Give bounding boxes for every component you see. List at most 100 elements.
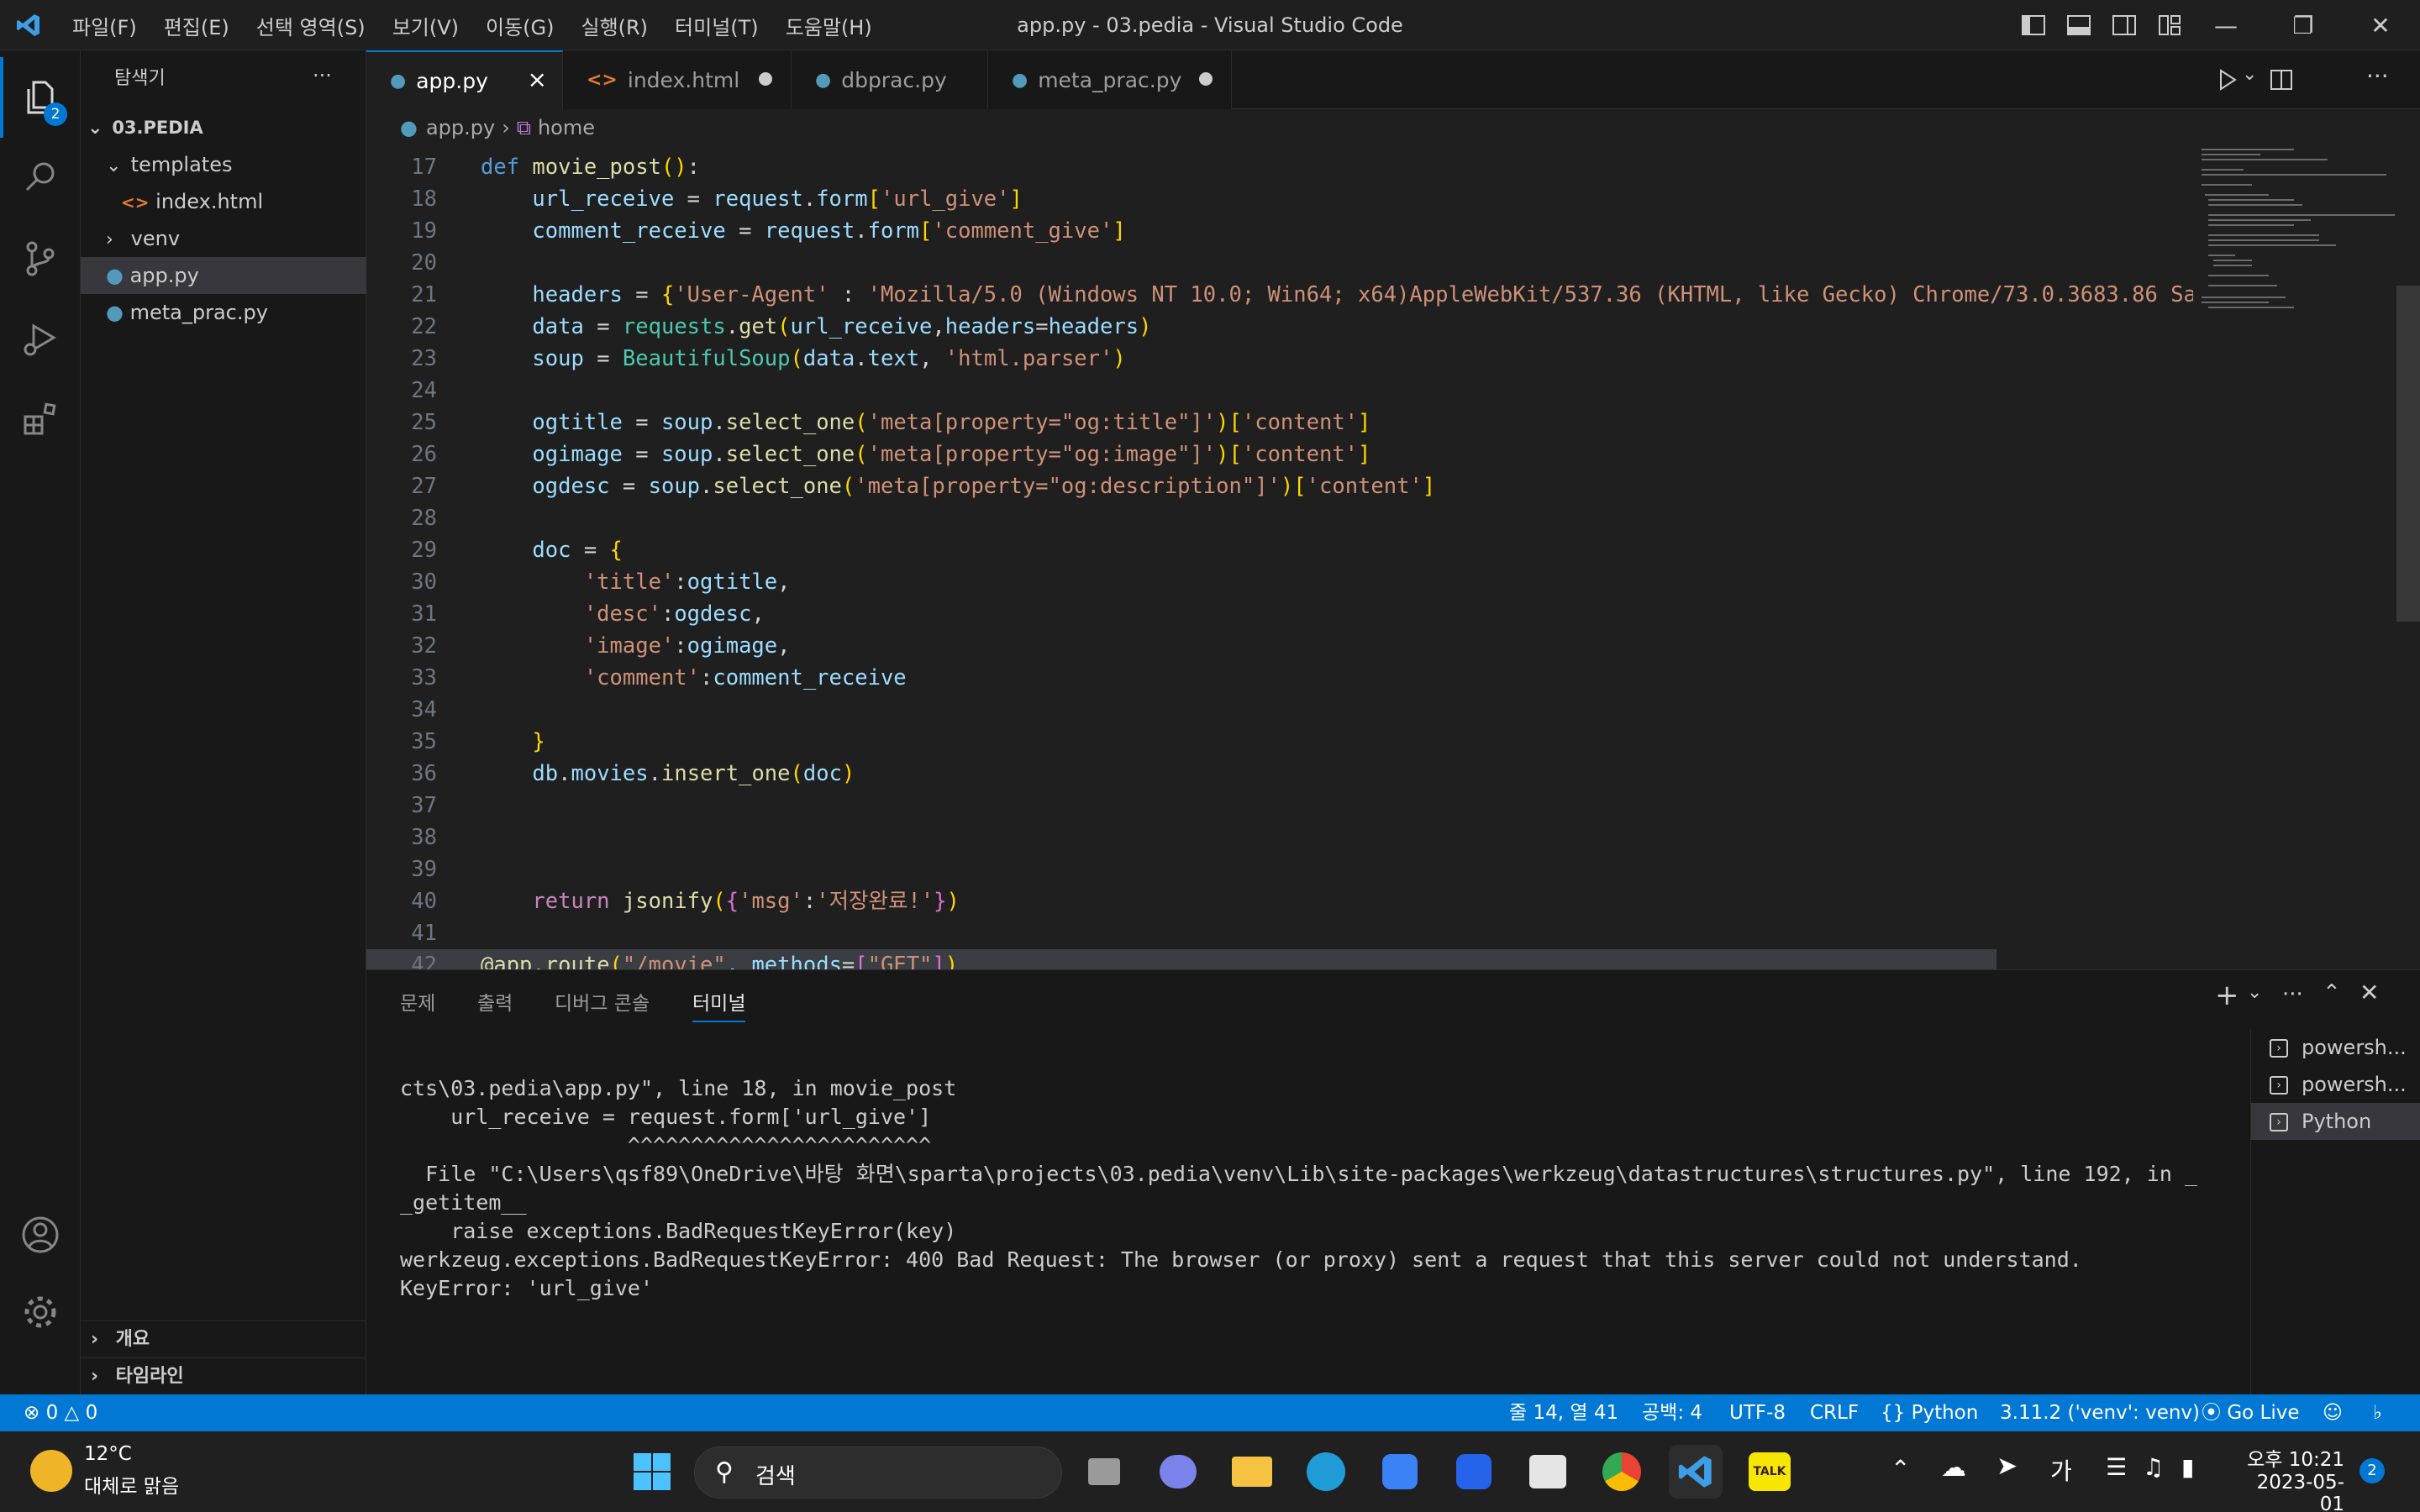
problems-status[interactable]: ⊗ 0 △ 0 xyxy=(24,1394,97,1431)
vscode-taskbar-icon[interactable] xyxy=(1669,1445,1723,1499)
tab-meta-prac-py[interactable]: ● meta_prac.py xyxy=(988,50,1232,109)
menu-edit[interactable]: 편집(E) xyxy=(150,11,243,40)
teams-chat-icon[interactable] xyxy=(1151,1445,1205,1499)
menu-help[interactable]: 도움말(H) xyxy=(772,11,886,40)
weather-icon[interactable] xyxy=(30,1450,72,1492)
run-file-icon[interactable] xyxy=(2215,67,2240,92)
wifi-icon[interactable]: ☰ xyxy=(2106,1453,2127,1481)
edge-browser-icon[interactable] xyxy=(1299,1445,1353,1499)
minimap[interactable] xyxy=(2193,146,2403,969)
tab-output[interactable]: 출력 xyxy=(477,987,513,1016)
restore-button[interactable]: ❐ xyxy=(2265,0,2341,50)
ime-indicator[interactable]: 가 xyxy=(2050,1453,2072,1487)
clock-time[interactable]: 오후 10:21 xyxy=(2240,1443,2344,1472)
breadcrumb-symbol[interactable]: home xyxy=(538,116,595,139)
volume-icon[interactable]: ♫ xyxy=(2143,1453,2164,1481)
onedrive-cloud-icon[interactable]: ☁ xyxy=(1941,1453,1966,1483)
accounts-activity[interactable] xyxy=(0,1194,81,1275)
taskbar-search[interactable]: ⚲ 검색 xyxy=(694,1446,1062,1499)
unsaved-dot-icon xyxy=(1199,72,1213,86)
remote-app-icon[interactable] xyxy=(1447,1445,1501,1499)
tab-index-html[interactable]: <> index.html xyxy=(563,50,792,109)
chrome-icon[interactable] xyxy=(1595,1445,1649,1499)
language-status[interactable]: {} Python xyxy=(1881,1394,1978,1431)
explorer-more-button[interactable]: ··· xyxy=(313,64,332,87)
search-activity[interactable] xyxy=(0,138,81,218)
tree-item-templates[interactable]: ⌄ templates xyxy=(81,146,366,183)
close-icon[interactable]: × xyxy=(528,66,547,93)
code-editor[interactable]: 17 def movie_post(): 18 url_receive = req… xyxy=(366,146,2420,969)
tree-item-app-py[interactable]: ● app.py xyxy=(81,257,366,294)
tab-app-py[interactable]: ● app.py × xyxy=(366,50,563,109)
tab-problems[interactable]: 문제 xyxy=(400,987,435,1016)
store-app-icon[interactable] xyxy=(1373,1445,1427,1499)
eol-status[interactable]: CRLF xyxy=(1810,1394,1859,1431)
chevron-down-icon[interactable]: ⌄ xyxy=(2242,64,2257,85)
cursor-position[interactable]: 줄 14, 열 41 xyxy=(1509,1394,1618,1431)
tree-item-meta-prac-py[interactable]: ● meta_prac.py xyxy=(81,294,366,331)
microsoft-store-icon[interactable] xyxy=(1521,1445,1575,1499)
send-icon[interactable]: ➤ xyxy=(1996,1452,2018,1481)
toggle-panel-icon[interactable] xyxy=(2065,12,2092,39)
chevron-down-icon: ⌄ xyxy=(87,118,103,139)
breadcrumb-file[interactable]: app.py xyxy=(426,116,495,139)
toggle-secondary-sidebar-icon[interactable] xyxy=(2111,12,2138,39)
weather-temp[interactable]: 12°C xyxy=(84,1443,132,1465)
warning-count: 0 xyxy=(85,1402,98,1424)
project-folder[interactable]: ⌄ 03.PEDIA xyxy=(81,109,366,146)
more-actions-icon[interactable]: ··· xyxy=(2282,982,2303,1007)
chevron-down-icon[interactable]: ⌄ xyxy=(2247,982,2262,1003)
kakaotalk-icon[interactable]: TALK xyxy=(1743,1445,1797,1499)
task-view-icon[interactable] xyxy=(1077,1445,1131,1499)
menu-bar: 파일(F) 편집(E) 선택 영역(S) 보기(V) 이동(G) 실행(R) 터… xyxy=(59,0,886,50)
encoding-status[interactable]: UTF-8 xyxy=(1729,1394,1786,1431)
maximize-panel-icon[interactable]: ⌃ xyxy=(2323,980,2341,1005)
menu-selection[interactable]: 선택 영역(S) xyxy=(243,11,379,40)
battery-icon[interactable]: ▮ xyxy=(2181,1453,2194,1481)
minimize-button[interactable]: — xyxy=(2188,0,2264,50)
tab-debug-console[interactable]: 디버그 콘솔 xyxy=(555,987,650,1016)
notification-count-badge[interactable]: 2 xyxy=(2360,1458,2385,1483)
bottom-panel: 문제 출력 디버그 콘솔 터미널 + ⌄ ··· ⌃ ✕ cts\03.pedi… xyxy=(366,969,2420,1395)
timeline-section[interactable]: › 타임라인 xyxy=(81,1357,366,1394)
clock-date[interactable]: 2023-05-01 xyxy=(2240,1472,2344,1512)
feedback-icon[interactable]: ☺ xyxy=(2323,1394,2343,1431)
tab-terminal[interactable]: 터미널 xyxy=(692,987,746,1022)
terminal-output[interactable]: cts\03.pedia\app.py", line 18, in movie_… xyxy=(400,1046,2420,1360)
menu-file[interactable]: 파일(F) xyxy=(59,11,150,40)
language-label: Python xyxy=(1911,1402,1979,1424)
manage-activity[interactable] xyxy=(0,1272,81,1352)
extensions-activity[interactable] xyxy=(0,380,81,460)
terminal-item-python[interactable]: › Python xyxy=(2251,1103,2420,1140)
indentation-status[interactable]: 공백: 4 xyxy=(1642,1394,1702,1431)
editor-scrollbar[interactable] xyxy=(2396,286,2420,622)
interpreter-status[interactable]: 3.11.2 ('venv': venv) xyxy=(2000,1394,2200,1431)
customize-layout-icon[interactable] xyxy=(2156,12,2183,39)
terminal-item-powershell-1[interactable]: › powersh... xyxy=(2251,1029,2420,1066)
new-terminal-icon[interactable]: + xyxy=(2215,979,2239,1012)
notification-bell-icon[interactable]: ♭ xyxy=(2373,1394,2382,1431)
close-panel-icon[interactable]: ✕ xyxy=(2360,979,2379,1006)
run-debug-activity[interactable] xyxy=(0,299,81,380)
file-explorer-icon[interactable] xyxy=(1225,1445,1279,1499)
chevron-up-icon[interactable]: ⌃ xyxy=(1891,1455,1910,1483)
split-editor-icon[interactable] xyxy=(2269,67,2294,92)
more-actions-icon[interactable]: ··· xyxy=(2366,62,2389,90)
terminal-item-powershell-2[interactable]: › powersh... xyxy=(2251,1066,2420,1103)
weather-desc[interactable]: 대체로 맑음 xyxy=(84,1470,179,1499)
close-window-button[interactable]: ✕ xyxy=(2343,0,2418,50)
tree-item-index-html[interactable]: <> index.html xyxy=(81,183,366,220)
go-live-status[interactable]: ⦿ Go Live xyxy=(2202,1394,2299,1431)
explorer-activity[interactable]: 2 xyxy=(0,57,81,138)
tab-dbprac-py[interactable]: ● dbprac.py xyxy=(792,50,988,109)
start-button[interactable] xyxy=(625,1445,679,1499)
menu-view[interactable]: 보기(V) xyxy=(379,11,472,40)
menu-go[interactable]: 이동(G) xyxy=(472,11,567,40)
tree-item-venv[interactable]: › venv xyxy=(81,220,366,257)
menu-terminal[interactable]: 터미널(T) xyxy=(661,11,772,40)
html-icon: <> xyxy=(587,69,618,91)
toggle-sidebar-icon[interactable] xyxy=(2020,12,2047,39)
menu-run[interactable]: 실행(R) xyxy=(567,11,661,40)
source-control-activity[interactable] xyxy=(0,218,81,299)
outline-section[interactable]: › 개요 xyxy=(81,1320,366,1357)
